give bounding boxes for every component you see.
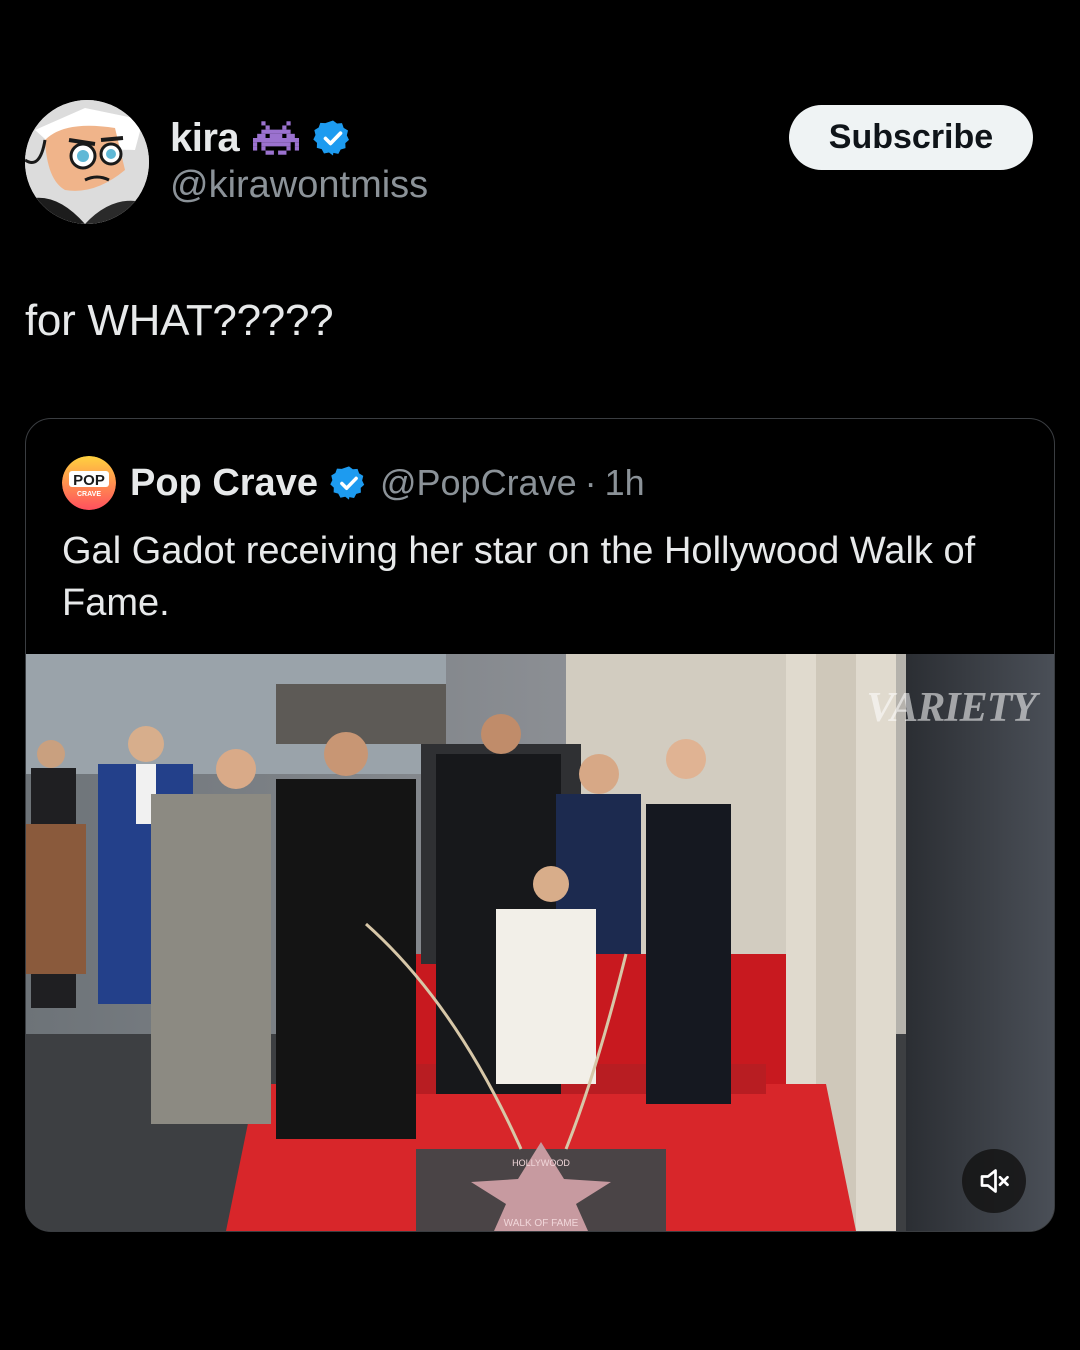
star-plaque-top-text: HOLLYWOOD [512, 1158, 570, 1168]
quoted-post[interactable]: POP CRAVE Pop Crave @PopCrave · 1h Gal G… [25, 418, 1055, 1232]
space-invader-icon [253, 121, 300, 155]
author-handle[interactable]: @kirawontmiss [170, 164, 428, 207]
speaker-muted-icon [976, 1163, 1012, 1199]
quoted-avatar-logo-bottom: CRAVE [77, 491, 101, 498]
verified-badge-icon [313, 118, 353, 158]
quoted-author-name[interactable]: Pop Crave [130, 462, 318, 505]
mute-toggle-button[interactable] [962, 1149, 1026, 1213]
video-frame: HOLLYWOOD WALK OF FAME [26, 654, 1054, 1231]
variety-watermark: VARIETY [866, 685, 1037, 731]
quoted-post-time[interactable]: 1h [605, 462, 645, 504]
subscribe-button[interactable]: Subscribe [789, 105, 1033, 170]
quoted-author-handle[interactable]: @PopCrave [380, 462, 577, 504]
author-avatar[interactable] [25, 100, 149, 224]
star-plaque-bottom-text: WALK OF FAME [504, 1218, 579, 1229]
quoted-author-avatar[interactable]: POP CRAVE [62, 456, 116, 510]
post-text: for WHAT????? [25, 296, 334, 345]
separator-dot: · [584, 462, 597, 503]
quoted-avatar-logo-top: POP [73, 472, 105, 489]
video-player[interactable]: HOLLYWOOD WALK OF FAME VARIETY [26, 654, 1054, 1231]
verified-badge-icon [330, 464, 368, 502]
author-name-row: kira [170, 112, 353, 164]
quoted-post-text: Gal Gadot receiving her star on the Holl… [62, 530, 976, 624]
author-display-name[interactable]: kira [170, 116, 240, 161]
quoted-post-header: POP CRAVE Pop Crave @PopCrave · 1h [62, 455, 645, 511]
